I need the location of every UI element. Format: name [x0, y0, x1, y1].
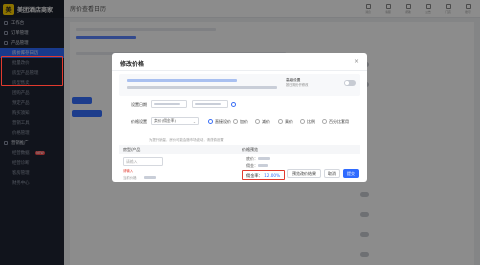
room-info-box [119, 74, 360, 96]
price-input-placeholder: 请输入 [126, 158, 138, 164]
price-option-radio[interactable] [322, 118, 327, 124]
edit-price-modal: 修改价格 × 高级设置 按日期分开修改 设置日期 价格设置 卖价(佣金率) ⌄ … [112, 53, 367, 182]
date-label: 设置日期 [131, 102, 147, 107]
price-hint: 为提升销量，房价可能会随市场波动，请谨慎设置 [149, 138, 224, 142]
sidebar-highlight-box [1, 56, 63, 86]
price-setting-label: 价格设置 [131, 119, 147, 124]
preview-base-value [258, 157, 270, 160]
modal-footer: 预览改价结果 取消 提交 [112, 167, 367, 182]
price-option-label: 直接设价 [215, 119, 231, 124]
table-header [119, 145, 360, 154]
divider [112, 70, 367, 71]
price-option-radio[interactable] [255, 118, 260, 124]
room-info-text [127, 86, 277, 89]
price-option-radio[interactable] [300, 118, 305, 124]
close-icon[interactable]: × [354, 58, 359, 65]
price-option-label: 比例 [307, 119, 315, 124]
price-input[interactable]: 请输入 [123, 157, 163, 166]
advanced-sub-label: 按日期分开修改 [286, 82, 309, 87]
col-room-product: 房型/产品 [123, 147, 141, 152]
price-type-value: 卖价(佣金率) [154, 118, 176, 123]
col-price-preview: 价格预览 [242, 147, 258, 152]
price-option-label: 减价 [262, 119, 270, 124]
date-radio[interactable] [231, 101, 236, 107]
price-type-select[interactable]: 卖价(佣金率) ⌄ [151, 117, 199, 125]
modal-title: 修改价格 [120, 61, 145, 68]
preview-price-button[interactable]: 预览改价结果 [287, 169, 321, 178]
price-option-label: 乘价 [285, 119, 293, 124]
price-option-radio[interactable] [278, 118, 283, 124]
price-option-radio[interactable] [208, 118, 213, 124]
price-option-label: 加价 [240, 119, 248, 124]
cancel-button[interactable]: 取消 [324, 169, 340, 178]
start-date-field[interactable] [151, 100, 187, 108]
preview-base-label: 底价： [246, 156, 258, 161]
price-option-label: 百分比套用 [329, 119, 349, 124]
chevron-down-icon: ⌄ [192, 118, 196, 124]
submit-button[interactable]: 提交 [343, 169, 359, 178]
price-option-radio[interactable] [233, 118, 238, 124]
advanced-setting-label: 高级设置 按日期分开修改 [286, 78, 308, 87]
end-date-field[interactable] [192, 100, 228, 108]
advanced-setting-switch[interactable] [344, 80, 356, 86]
room-info-text [127, 79, 237, 82]
